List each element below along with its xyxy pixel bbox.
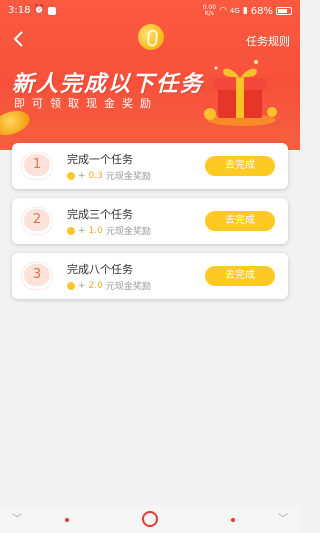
reward-suffix: 元现金奖励 [105, 172, 151, 182]
back-arrow-icon [13, 31, 23, 47]
coin-icon [67, 281, 75, 290]
status-time: 3:18 [8, 5, 31, 16]
coin-icon [67, 226, 75, 235]
status-left: 3:18 ⏰ [8, 5, 56, 16]
wechat-icon [47, 6, 56, 15]
nav-dot-left[interactable] [65, 518, 69, 522]
system-nav-bar: ﹀ ﹀ [0, 506, 300, 533]
banner-subtitle: 即可领取现金奖励 [14, 97, 158, 110]
reward-plus: + [78, 225, 86, 236]
alarm-icon: ⏰ [33, 5, 45, 15]
task-number: 2 [21, 207, 53, 235]
back-button[interactable] [10, 30, 28, 48]
coin-icon [67, 171, 75, 180]
signal-icon: ▮ [242, 5, 248, 16]
task-number: 3 [21, 262, 53, 290]
network-speed: 0.00 K/s [203, 5, 216, 17]
network-speed-unit: K/s [204, 10, 214, 17]
chevron-down-icon[interactable]: ﹀ [278, 510, 288, 525]
task-title: 完成三个任务 [67, 208, 133, 221]
reward-amount: 1.0 [88, 225, 103, 236]
home-button[interactable] [142, 511, 158, 527]
task-card-2: 2 完成三个任务 + 1.0 元现金奖励 去完成 [12, 198, 288, 244]
nav-dot-right[interactable] [231, 518, 235, 522]
reward-amount: 0.3 [88, 170, 103, 181]
task-title: 完成八个任务 [67, 263, 133, 276]
banner-title: 新人完成以下任务 [12, 72, 205, 97]
wifi-icon: ◠ [219, 5, 227, 16]
task-card-1: 1 完成一个任务 + 0.3 元现金奖励 去完成 [12, 143, 288, 189]
task-rules-link[interactable]: 任务规则 [246, 33, 290, 49]
battery-icon [276, 7, 292, 15]
reward-plus: + [78, 280, 86, 291]
battery-percent: 68% [250, 5, 273, 17]
chevron-down-icon[interactable]: ﹀ [12, 510, 22, 525]
reward-suffix: 元现金奖励 [105, 282, 151, 292]
task-number: 1 [21, 152, 53, 180]
reward-suffix: 元现金奖励 [105, 227, 151, 237]
task-card-3: 3 完成八个任务 + 2.0 元现金奖励 去完成 [12, 253, 288, 299]
header-banner: 3:18 ⏰ 0.00 K/s ◠ 4G ▮ 68% 任务规则 新人完成以下任务… [0, 0, 300, 150]
signal-label: 4G [229, 7, 240, 15]
coin-icon [0, 106, 33, 140]
complete-task-button[interactable]: 去完成 [205, 211, 275, 231]
reward-amount: 2.0 [88, 280, 103, 291]
status-bar: 3:18 ⏰ 0.00 K/s ◠ 4G ▮ 68% [0, 0, 300, 22]
reward-plus: + [78, 170, 86, 181]
status-right: 0.00 K/s ◠ 4G ▮ 68% [203, 5, 292, 17]
coin-icon [134, 20, 168, 54]
task-reward: + 1.0 元现金奖励 [67, 224, 151, 237]
gift-box-icon [200, 56, 280, 128]
task-reward: + 0.3 元现金奖励 [67, 169, 151, 182]
task-reward: + 2.0 元现金奖励 [67, 279, 151, 292]
task-title: 完成一个任务 [67, 153, 133, 166]
complete-task-button[interactable]: 去完成 [205, 266, 275, 286]
complete-task-button[interactable]: 去完成 [205, 156, 275, 176]
